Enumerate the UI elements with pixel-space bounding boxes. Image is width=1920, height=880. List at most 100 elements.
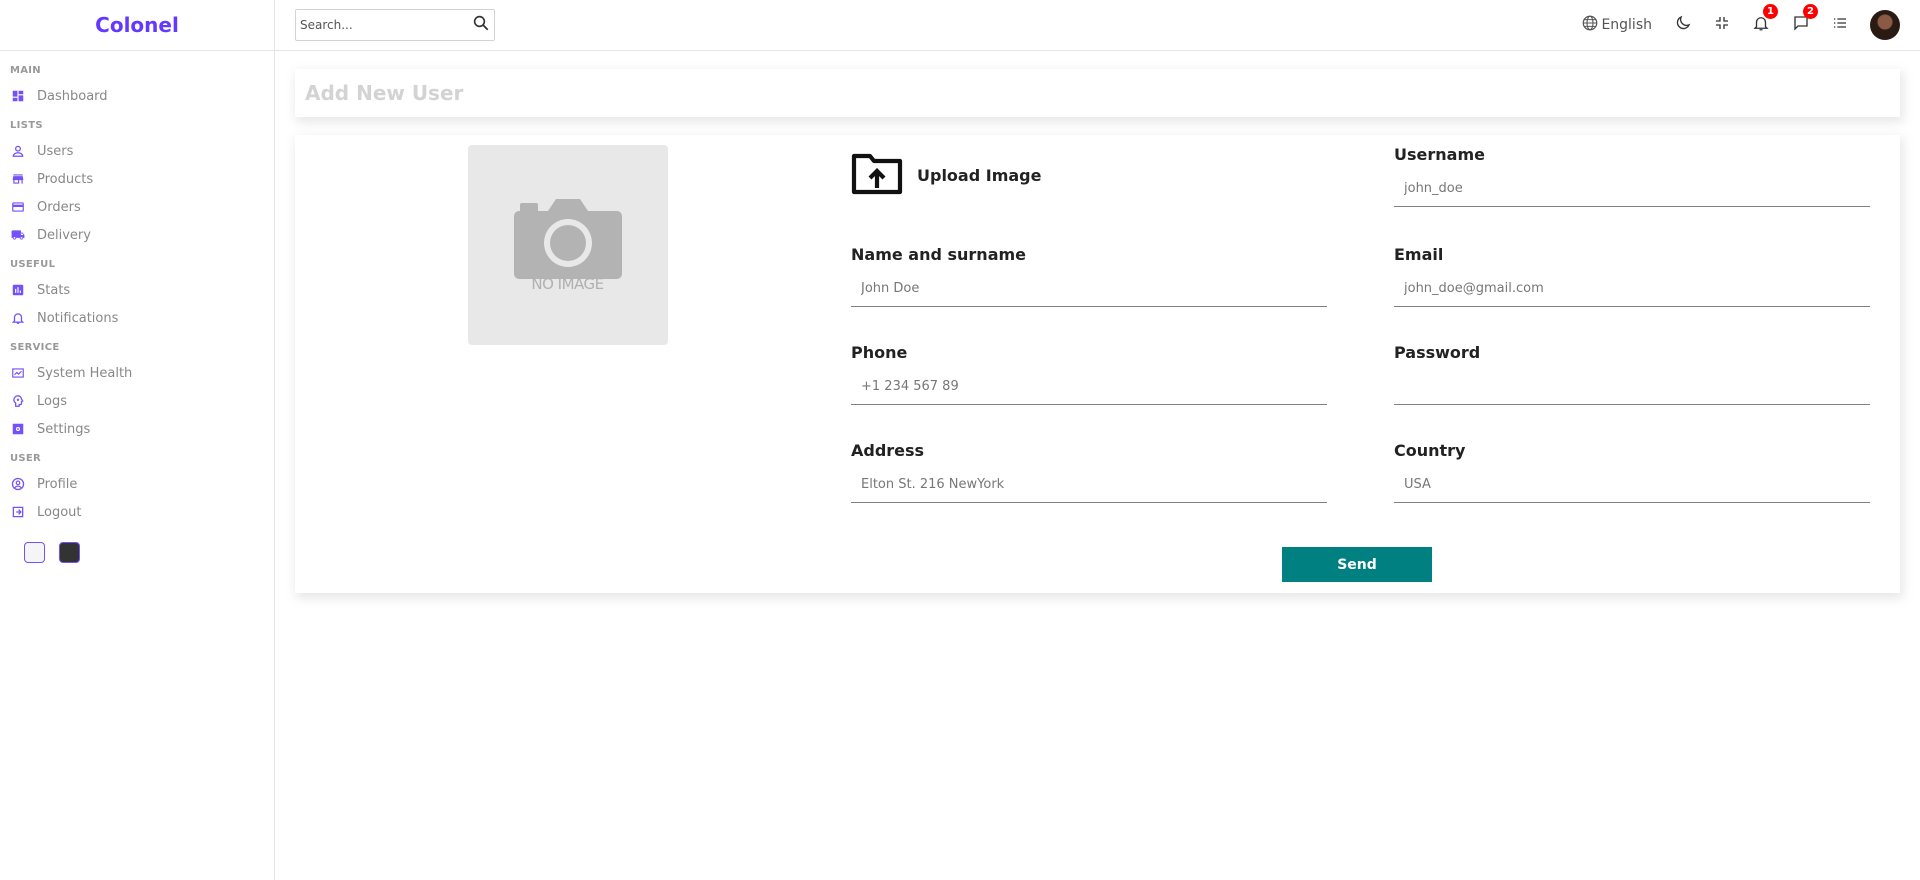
sidebar-item-logs[interactable]: Logs [10, 387, 274, 415]
logout-icon [10, 504, 26, 520]
image-preview: NO IMAGE [467, 145, 668, 345]
address-label: Address [851, 441, 925, 460]
navbar-items: English 1 2 [1559, 4, 1900, 40]
sidebar-item-label: Users [37, 143, 74, 159]
language-selector[interactable]: English [1581, 14, 1652, 36]
user-avatar-button[interactable] [1870, 10, 1900, 40]
sidebar-item-label: Stats [37, 282, 71, 298]
credit-card-icon [10, 199, 26, 215]
password-field[interactable] [1394, 367, 1870, 405]
password-label: Password [1394, 343, 1481, 362]
sidebar-item-logout[interactable]: Logout [10, 498, 274, 526]
email-field-group: Email [1394, 245, 1870, 307]
messages-button[interactable]: 2 [1792, 4, 1818, 36]
section-title-lists: LISTS [10, 120, 43, 131]
upload-image-label: Upload Image [917, 165, 1042, 185]
sidebar-item-label: System Health [37, 365, 133, 381]
sidebar-item-label: Products [37, 171, 94, 187]
section-title-service: SERVICE [10, 342, 60, 353]
dashboard-icon [10, 88, 26, 104]
health-icon [10, 365, 26, 381]
chart-icon [10, 282, 26, 298]
section-title-useful: USEFUL [10, 259, 56, 270]
search-box [295, 9, 495, 41]
settings-icon [10, 421, 26, 437]
page-title: Add New User [305, 81, 464, 105]
sidebar-item-label: Delivery [37, 227, 91, 243]
name-field[interactable] [851, 269, 1327, 307]
username-label: Username [1394, 145, 1485, 164]
email-label: Email [1394, 245, 1444, 264]
password-field-group: Password [1394, 343, 1870, 405]
sidebar-item-orders[interactable]: Orders [10, 193, 274, 221]
sidebar-item-system-health[interactable]: System Health [10, 359, 274, 387]
moon-icon [1674, 14, 1692, 36]
folder-upload-icon [851, 151, 903, 199]
language-label: English [1601, 17, 1652, 33]
phone-field[interactable] [851, 367, 1327, 405]
sidebar-item-label: Orders [37, 199, 81, 215]
person-icon [10, 143, 26, 159]
search-icon[interactable] [472, 14, 490, 36]
fullscreen-toggle[interactable] [1714, 15, 1730, 35]
sidebar-item-label: Profile [37, 476, 78, 492]
country-field[interactable] [1394, 465, 1870, 503]
sidebar-item-label: Logs [37, 393, 67, 409]
navbar: English 1 [275, 0, 1920, 51]
account-circle-icon [10, 476, 26, 492]
main-content: English 1 [275, 0, 1920, 880]
image-preview-area: NO IMAGE [295, 135, 840, 593]
name-field-group: Name and surname [851, 245, 1327, 307]
sidebar-item-label: Notifications [37, 310, 119, 326]
light-theme-option[interactable] [24, 542, 45, 563]
name-label: Name and surname [851, 245, 1027, 264]
upload-image-button[interactable]: Upload Image [851, 151, 1041, 199]
username-field-group: Username [1394, 145, 1870, 207]
list-icon [1832, 15, 1848, 35]
sidebar: Colonel MAIN Dashboard LISTS Users Produ… [0, 0, 275, 880]
fullscreen-exit-icon [1714, 15, 1730, 35]
sidebar-item-products[interactable]: Products [10, 165, 274, 193]
dark-theme-option[interactable] [59, 542, 80, 563]
globe-icon [1581, 14, 1599, 36]
no-image-label: NO IMAGE [531, 275, 604, 293]
sidebar-item-notifications[interactable]: Notifications [10, 304, 274, 332]
send-button[interactable]: Send [1282, 547, 1432, 582]
theme-color-options [10, 542, 274, 563]
notifications-counter: 1 [1763, 4, 1778, 19]
app: Colonel MAIN Dashboard LISTS Users Produ… [0, 0, 1920, 880]
psychology-icon [10, 393, 26, 409]
search-input[interactable] [300, 18, 472, 32]
address-field-group: Address [851, 441, 1327, 503]
logo[interactable]: Colonel [95, 13, 179, 37]
messages-counter: 2 [1803, 4, 1818, 19]
sidebar-item-delivery[interactable]: Delivery [10, 221, 274, 249]
section-title-main: MAIN [10, 65, 41, 76]
list-menu-button[interactable] [1832, 15, 1848, 35]
sidebar-item-users[interactable]: Users [10, 137, 274, 165]
country-label: Country [1394, 441, 1466, 460]
address-field[interactable] [851, 465, 1327, 503]
page-header: Add New User [295, 69, 1900, 117]
sidebar-item-stats[interactable]: Stats [10, 276, 274, 304]
sidebar-item-label: Dashboard [37, 88, 108, 104]
sidebar-menu: MAIN Dashboard LISTS Users Products Orde… [0, 51, 274, 563]
bell-icon [10, 310, 26, 326]
new-user-card: NO IMAGE Upload Image Username Name and … [295, 135, 1900, 593]
sidebar-item-label: Settings [37, 421, 91, 437]
notifications-button[interactable]: 1 [1752, 4, 1778, 36]
dark-mode-toggle[interactable] [1674, 14, 1692, 36]
country-field-group: Country [1394, 441, 1870, 503]
avatar [1870, 10, 1900, 40]
phone-field-group: Phone [851, 343, 1327, 405]
email-field[interactable] [1394, 269, 1870, 307]
username-field[interactable] [1394, 169, 1870, 207]
sidebar-item-dashboard[interactable]: Dashboard [10, 82, 274, 110]
sidebar-item-label: Logout [37, 504, 82, 520]
store-icon [10, 171, 26, 187]
camera-icon [513, 199, 622, 279]
phone-label: Phone [851, 343, 908, 362]
sidebar-item-settings[interactable]: Settings [10, 415, 274, 443]
sidebar-item-profile[interactable]: Profile [10, 470, 274, 498]
logo-area: Colonel [0, 0, 274, 51]
